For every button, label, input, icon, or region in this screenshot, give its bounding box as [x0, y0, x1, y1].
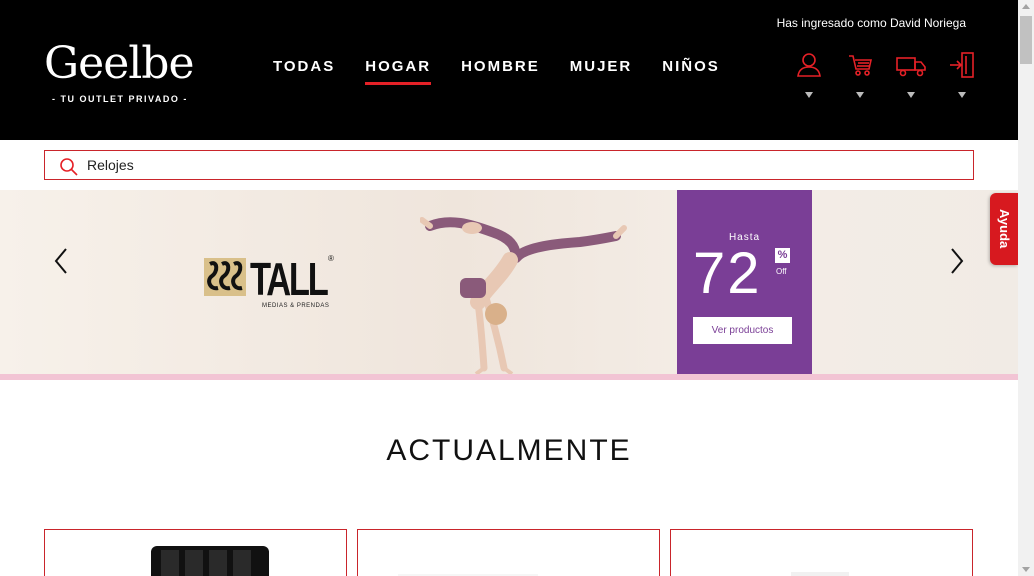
chevron-down-icon [906, 92, 915, 98]
help-tab[interactable]: Ayuda [990, 193, 1018, 265]
truck-icon [895, 57, 926, 77]
account-menu[interactable] [783, 52, 834, 98]
logout-menu[interactable] [936, 52, 987, 98]
scroll-up-icon[interactable] [1022, 4, 1030, 9]
logout-icon [949, 52, 974, 78]
promo-percent: % [775, 248, 790, 263]
nav-item-hogar[interactable]: HOGAR [365, 55, 431, 85]
site-logo[interactable]: Geelbe - TU OUTLET PRIVADO - [44, 38, 195, 104]
product-thumbnail [791, 572, 849, 576]
chevron-down-icon [957, 92, 966, 98]
product-thumbnail [151, 546, 269, 576]
campaign-card[interactable] [44, 529, 347, 576]
search-input[interactable] [87, 151, 947, 179]
brand-registered-mark: ® [328, 254, 334, 263]
chevron-down-icon [855, 92, 864, 98]
logo-wordmark: Geelbe [44, 38, 195, 89]
brand-logo-icon [204, 258, 246, 296]
site-header: Geelbe - TU OUTLET PRIVADO - TODAS HOGAR… [0, 0, 1018, 140]
campaign-card[interactable] [670, 529, 973, 576]
carousel-prev-icon[interactable] [50, 246, 74, 276]
nav-item-mujer[interactable]: MUJER [570, 55, 633, 81]
chevron-down-icon [804, 92, 813, 98]
logo-tagline: - TU OUTLET PRIVADO - [52, 94, 188, 104]
carousel-next-icon[interactable] [944, 246, 968, 276]
header-icons [783, 52, 987, 98]
scrollbar[interactable] [1018, 0, 1034, 576]
promo-banner[interactable]: TALL ® MEDIAS & PRENDAS Hasta 72 % Off V… [0, 190, 1018, 380]
search-bar [44, 150, 974, 180]
shipping-menu[interactable] [885, 52, 936, 98]
nav-item-ninos[interactable]: NIÑOS [662, 55, 720, 81]
campaign-card[interactable] [357, 529, 660, 576]
view-products-button[interactable]: Ver productos [693, 317, 792, 344]
brand-subtitle: MEDIAS & PRENDAS [262, 303, 330, 309]
section-title: ACTUALMENTE [386, 434, 632, 467]
main-nav: TODAS HOGAR HOMBRE MUJER NIÑOS [258, 55, 735, 85]
promo-off: Off [776, 267, 787, 276]
scroll-thumb[interactable] [1020, 16, 1032, 64]
promo-box: Hasta 72 % Off Ver productos [677, 190, 812, 380]
cart-menu[interactable] [834, 52, 885, 98]
gymnast-image [420, 217, 627, 376]
cart-icon [848, 55, 872, 76]
nav-item-todas[interactable]: TODAS [273, 55, 335, 81]
user-greeting: Has ingresado como David Noriega [776, 16, 966, 30]
promo-number: 72 [693, 241, 762, 306]
banner-floor [0, 374, 1018, 380]
help-tab-label: Ayuda [997, 209, 1012, 249]
page: Geelbe - TU OUTLET PRIVADO - TODAS HOGAR… [0, 0, 1034, 576]
user-icon [796, 53, 821, 77]
nav-item-hombre[interactable]: HOMBRE [461, 55, 540, 81]
scroll-down-icon[interactable] [1022, 567, 1030, 572]
search-icon[interactable] [59, 156, 79, 176]
brand-name: TALL [250, 253, 329, 305]
